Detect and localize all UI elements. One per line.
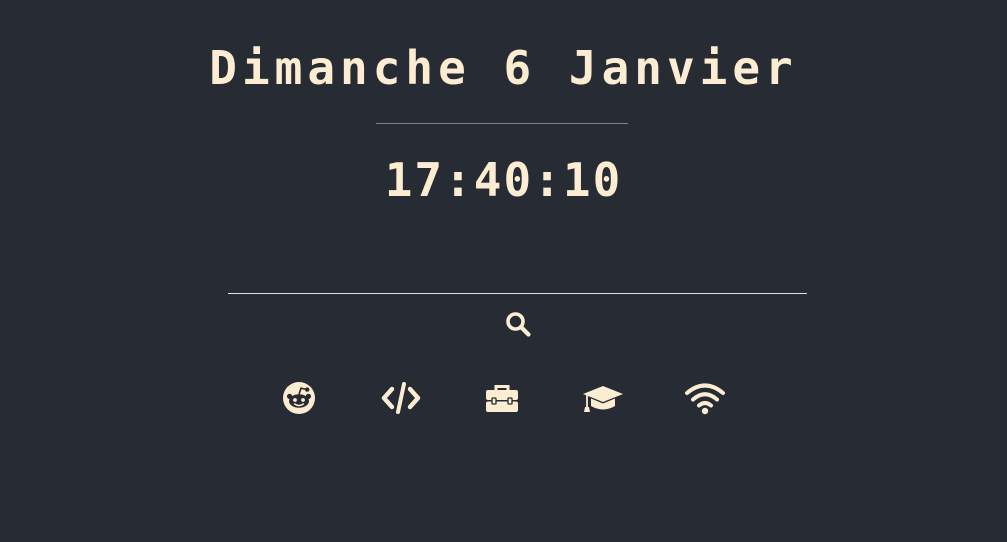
graduation-cap-icon — [583, 386, 623, 412]
toolbox-link[interactable] — [480, 376, 524, 420]
search-input[interactable] — [228, 262, 807, 294]
search-icon — [506, 312, 531, 337]
toolbox-icon — [486, 385, 518, 412]
code-link[interactable] — [379, 376, 423, 420]
clock-display: 17:40:10 — [384, 153, 623, 207]
shortcut-links — [0, 376, 1007, 420]
search-button[interactable] — [500, 306, 536, 342]
date-display: Dimanche 6 Janvier — [209, 41, 798, 95]
divider — [376, 123, 628, 124]
code-icon — [381, 382, 421, 414]
education-link[interactable] — [581, 376, 625, 420]
wifi-link[interactable] — [683, 376, 727, 420]
reddit-icon — [283, 382, 315, 414]
wifi-icon — [685, 383, 725, 415]
reddit-link[interactable] — [277, 376, 321, 420]
